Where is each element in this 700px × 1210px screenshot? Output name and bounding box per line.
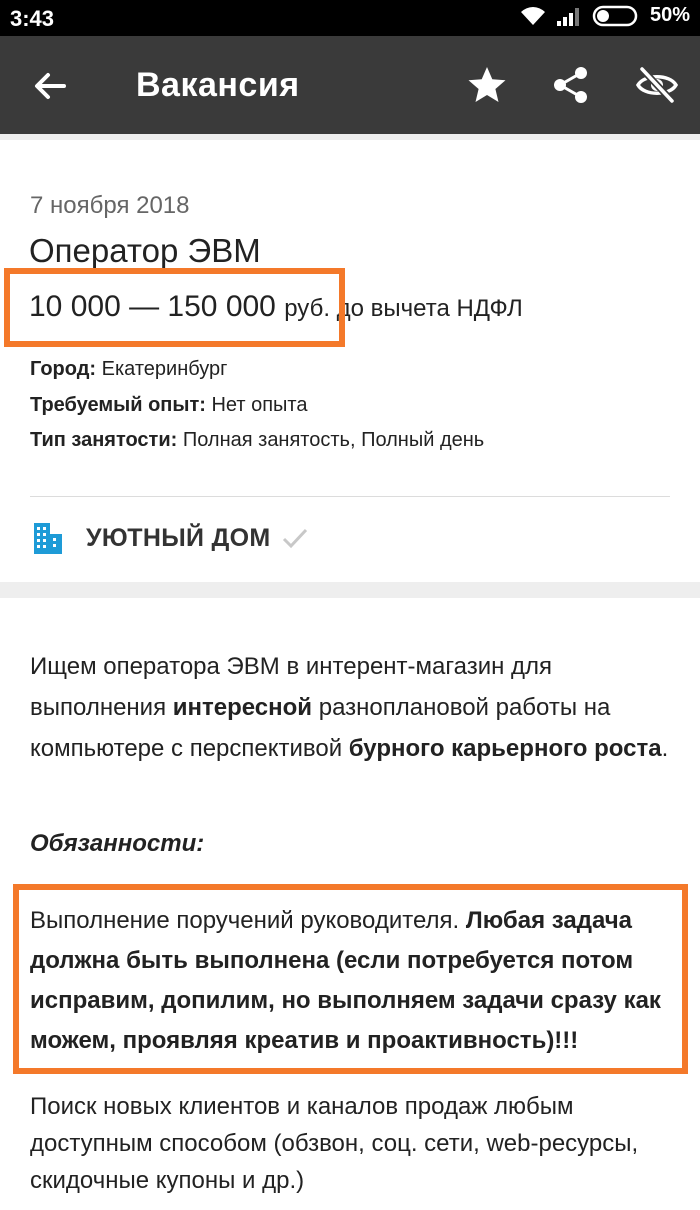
experience-row: Требуемый опыт: Нет опыта <box>30 394 307 417</box>
check-icon <box>282 528 307 549</box>
salary-note: до вычета НДФЛ <box>329 295 523 322</box>
company-name[interactable]: УЮТНЫЙ ДОМ <box>86 524 271 553</box>
city-label: Город: <box>30 358 97 380</box>
app-bar: Вакансия <box>0 36 700 134</box>
desc-bold-1: интересной <box>172 694 313 721</box>
star-icon[interactable] <box>466 64 508 106</box>
vacancy-header-card: 7 ноября 2018 Оператор ЭВМ 10 000 — 150 … <box>0 140 700 582</box>
duties-heading: Обязанности: <box>30 830 205 857</box>
battery-percent: 50% <box>649 4 690 26</box>
desc-text-3: . <box>661 735 669 762</box>
experience-label: Требуемый опыт: <box>30 394 206 416</box>
status-icons: 50% <box>520 4 690 27</box>
battery-icon <box>592 5 638 26</box>
employment-value: Полная занятость, Полный день <box>182 429 485 451</box>
duty-item-2: Поиск новых клиентов и каналов продаж лю… <box>30 1093 639 1194</box>
page-title: Вакансия <box>136 66 300 104</box>
hide-eye-icon[interactable] <box>636 64 678 106</box>
signal-icon <box>556 7 579 26</box>
back-arrow-icon[interactable] <box>30 66 70 106</box>
job-title: Оператор ЭВМ <box>29 232 261 269</box>
city-row: Город: Екатеринбург <box>30 358 227 381</box>
publication-date: 7 ноября 2018 <box>30 192 190 219</box>
company-link[interactable]: УЮТНЫЙ ДОМ <box>30 520 309 556</box>
duty1-text: Выполнение поручений руководителя. <box>30 907 466 934</box>
divider <box>30 496 670 497</box>
description-paragraph: Ищем оператора ЭВМ в интерент-магазин дл… <box>30 646 670 769</box>
status-bar: 3:43 50% <box>0 0 700 36</box>
salary-highlight-box <box>4 268 345 347</box>
experience-value: Нет опыта <box>211 394 308 416</box>
employment-label: Тип занятости: <box>30 429 178 451</box>
desc-bold-2: бурного карьерного роста <box>348 735 662 762</box>
duty-item-1: Выполнение поручений руководителя. Любая… <box>30 901 680 1061</box>
vacancy-description-card: Ищем оператора ЭВМ в интерент-магазин дл… <box>0 598 700 1210</box>
status-time: 3:43 <box>10 6 55 31</box>
wifi-icon <box>520 6 545 25</box>
share-icon[interactable] <box>550 64 592 106</box>
city-value: Екатеринбург <box>101 358 228 380</box>
employment-row: Тип занятости: Полная занятость, Полный … <box>30 429 484 452</box>
building-icon <box>34 523 62 554</box>
